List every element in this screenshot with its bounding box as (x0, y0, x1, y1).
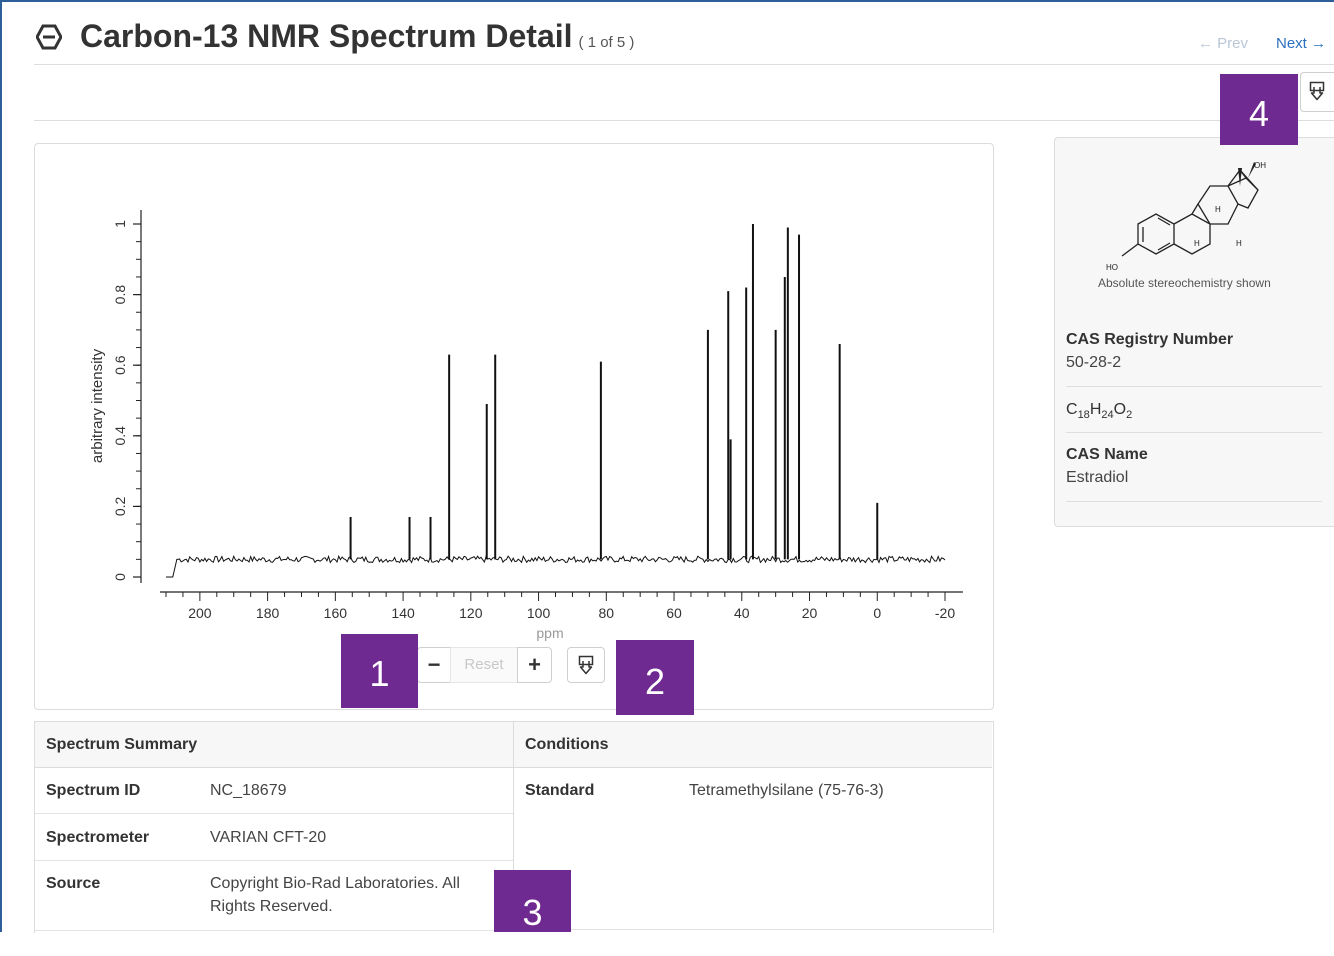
source-label: Source (46, 875, 101, 892)
y-tick-label: 0.8 (112, 285, 128, 305)
x-tick-label: 20 (802, 605, 818, 621)
plus-label: + (528, 652, 541, 677)
molecule-structure-image: OH HO H H H (1106, 161, 1266, 272)
zoom-in-button[interactable]: + (517, 647, 552, 683)
spectrometer-label: Spectrometer (46, 829, 150, 846)
annotation-badge-3: 3 (494, 870, 571, 933)
reset-zoom-button[interactable]: Reset (450, 647, 518, 683)
reset-label: Reset (464, 656, 504, 673)
source-value-line1: Copyright Bio-Rad Laboratories. All (210, 875, 460, 892)
stereochemistry-caption: Absolute stereochemistry shown (1098, 276, 1271, 290)
row-divider (514, 929, 992, 930)
spectrum-trace (166, 224, 946, 578)
y-axis-label: arbitrary intensity (89, 348, 106, 463)
x-tick-label: -20 (935, 605, 955, 621)
annotation-badge-2: 2 (616, 640, 694, 715)
x-tick-label: 180 (256, 605, 280, 621)
annotation-badge-1: 1 (341, 634, 418, 708)
source-value: Copyright Bio-Rad Laboratories. All Righ… (210, 872, 500, 918)
x-tick-label: 60 (666, 605, 682, 621)
header-divider (34, 64, 1334, 65)
download-page-button[interactable] (1300, 72, 1334, 112)
page-title: Carbon-13 NMR Spectrum Detail ( 1 of 5 ) (80, 18, 634, 55)
zoom-out-button[interactable]: − (417, 647, 451, 683)
spectrum-id-label: Spectrum ID (46, 782, 141, 799)
y-tick-label: 1 (112, 220, 128, 228)
y-tick-label: 0 (112, 573, 128, 581)
h-label: H (1215, 205, 1221, 214)
download-icon (1309, 81, 1325, 101)
x-tick-label: 160 (324, 605, 348, 621)
h-label: H (1194, 239, 1200, 248)
x-axis-label: ppm (536, 625, 563, 641)
x-tick-label: 140 (391, 605, 415, 621)
spectrum-icon (36, 24, 62, 50)
download-spectrum-button[interactable] (567, 647, 605, 683)
spectrum-summary-header: Spectrum Summary (35, 722, 514, 768)
window-frame-top (0, 0, 1334, 2)
source-value-line2: Rights Reserved. (210, 898, 333, 915)
spectrum-baseline (166, 554, 946, 578)
window-frame-left (0, 0, 2, 932)
spectrum-chart-panel: 0 0.2 0.4 0.6 0.8 1 200 180 160 140 120 100 80 60 40 2… (34, 143, 994, 710)
next-label: Next (1276, 35, 1307, 52)
spectrometer-value: VARIAN CFT-20 (210, 829, 327, 846)
x-axis: 200 180 160 140 120 100 80 60 40 20 0 -20 (160, 591, 963, 621)
arrow-right-icon: → (1306, 35, 1327, 52)
standard-value: Tetramethylsilane (75-76-3) (689, 782, 884, 799)
y-axis: 0 0.2 0.4 0.6 0.8 1 (112, 210, 142, 583)
cas-number-label: CAS Registry Number (1066, 331, 1234, 348)
conditions-title: Conditions (525, 736, 609, 753)
side-divider (1066, 501, 1322, 502)
cas-name-label: CAS Name (1066, 446, 1148, 463)
y-tick-label: 0.2 (112, 496, 128, 516)
row-divider (35, 860, 513, 861)
oh-label: OH (1254, 161, 1266, 170)
side-divider (1066, 432, 1322, 433)
x-tick-label: 80 (599, 605, 615, 621)
h-label: H (1236, 239, 1242, 248)
cas-name-value: Estradiol (1066, 469, 1129, 486)
spectrum-id-value: NC_18679 (210, 782, 287, 799)
page-title-text: Carbon-13 NMR Spectrum Detail (80, 18, 573, 54)
spectrum-summary-title: Spectrum Summary (46, 736, 198, 753)
formula-o-count: 2 (1126, 409, 1133, 422)
y-tick-label: 0.4 (112, 426, 128, 446)
formula-h: H (1089, 401, 1102, 418)
toolbar-divider (34, 120, 1334, 121)
formula-c: C (1066, 401, 1078, 418)
side-divider (1066, 386, 1322, 387)
cas-number-value: 50-28-2 (1066, 354, 1122, 371)
x-tick-label: 120 (459, 605, 483, 621)
row-divider (35, 930, 513, 931)
download-icon (578, 655, 594, 675)
x-tick-label: 0 (873, 605, 881, 621)
molecular-formula: C18H24O2 (1066, 401, 1132, 421)
minus-label: − (427, 652, 441, 677)
annotation-badge-4: 4 (1220, 74, 1298, 145)
x-tick-label: 200 (188, 605, 212, 621)
formula-o: O (1113, 401, 1127, 418)
spectrum-chart[interactable]: 00.20.40.60.81 200 180 160 140 120 100 80 60 40 2… (35, 144, 993, 709)
x-tick-label: 40 (734, 605, 750, 621)
prev-label: Prev (1217, 35, 1249, 52)
standard-label: Standard (525, 782, 595, 799)
formula-c-count: 18 (1077, 409, 1090, 422)
arrow-left-icon: ← (1198, 35, 1218, 52)
prev-link[interactable]: ← Prev (1198, 35, 1248, 52)
conditions-header: Conditions (514, 722, 992, 768)
y-tick-label: 0.6 (112, 355, 128, 375)
formula-h-count: 24 (1101, 409, 1114, 422)
result-count: ( 1 of 5 ) (578, 34, 635, 51)
ho-label: HO (1106, 263, 1118, 272)
row-divider (35, 813, 513, 814)
next-link[interactable]: Next → (1276, 35, 1326, 52)
x-tick-label: 100 (527, 605, 551, 621)
